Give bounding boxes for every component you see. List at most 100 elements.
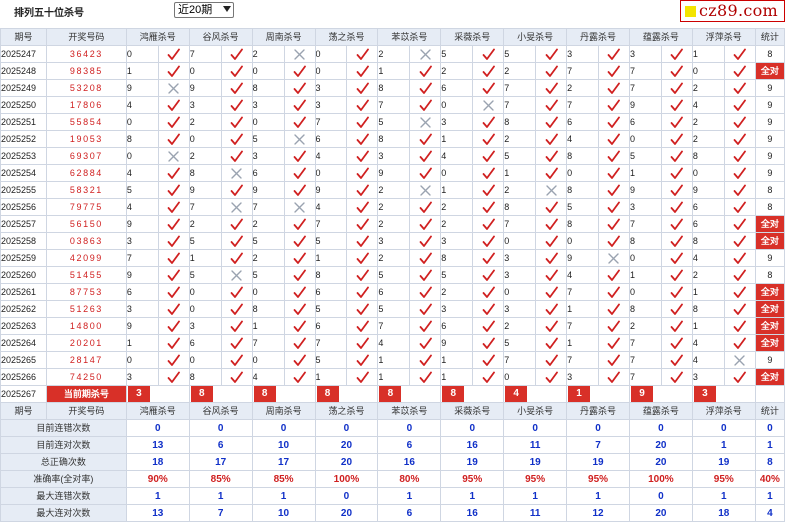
check-icon — [482, 116, 495, 128]
summary-value: 20 — [314, 453, 379, 471]
cross-icon — [168, 82, 179, 94]
pick-value-cell: 8 — [251, 79, 285, 97]
check-icon — [733, 201, 747, 213]
check-icon — [545, 286, 558, 298]
pick-result-cell — [598, 113, 630, 131]
pick-result-cell — [472, 283, 505, 301]
pick-result-cell — [660, 300, 693, 318]
check-icon — [293, 235, 306, 247]
pick-result-cell — [220, 266, 253, 284]
pick-value-cell: 0 — [628, 283, 662, 301]
draw-number-cell: 51455 — [45, 266, 127, 284]
summary-label: 目前连对次数 — [0, 436, 127, 454]
check-icon — [293, 167, 306, 179]
check-icon — [733, 65, 747, 77]
summary-value: 0 — [314, 419, 379, 437]
summary-value: 1 — [503, 487, 568, 505]
summary-value: 1 — [566, 487, 630, 505]
pick-result-cell — [409, 249, 442, 267]
table-row: 2025265 28147 0 0 0 5 1 1 7 7 7 4 9 — [0, 351, 785, 369]
cross-icon — [734, 354, 745, 366]
pick-value-cell: 2 — [251, 45, 285, 63]
check-icon — [419, 150, 432, 162]
pick-value-cell: 2 — [503, 317, 537, 335]
logo-square-icon — [685, 6, 696, 17]
all-correct-badge: 全对 — [754, 232, 785, 250]
cross-icon — [231, 167, 242, 179]
check-icon — [670, 371, 684, 383]
pick-value-cell: 3 — [503, 249, 537, 267]
pick-value-cell: 1 — [691, 45, 725, 63]
check-icon — [670, 269, 684, 281]
pick-result-cell — [409, 113, 442, 131]
pick-result-cell — [598, 147, 630, 165]
summary-value: 17 — [251, 453, 316, 471]
pick-result-cell — [157, 249, 190, 267]
chevron-down-icon — [223, 6, 231, 12]
all-correct-badge: 全对 — [754, 283, 785, 301]
pick-value-cell: 2 — [628, 317, 662, 335]
pick-result-cell — [598, 351, 630, 369]
cross-icon — [294, 201, 305, 213]
summary-value: 1 — [377, 487, 442, 505]
period-cell: 2025252 — [0, 130, 47, 148]
pick-result-cell — [346, 300, 379, 318]
summary-label: 准确率(全对率) — [0, 470, 127, 488]
pick-value-cell: 8 — [251, 300, 285, 318]
check-icon — [293, 116, 306, 128]
pick-result-cell — [220, 368, 253, 386]
pick-result-cell — [660, 266, 693, 284]
pick-value-cell: 1 — [188, 249, 222, 267]
table-row: 2025256 79775 4 7 7 4 2 2 8 5 3 6 8 — [0, 198, 785, 216]
stat-cell: 8 — [754, 266, 785, 284]
check-icon — [608, 371, 621, 383]
pick-value-cell: 2 — [188, 113, 222, 131]
check-icon — [230, 99, 244, 111]
summary-value: 1 — [691, 436, 756, 454]
period-range-select[interactable]: 近20期 — [174, 2, 234, 18]
summary-value: 12 — [566, 504, 630, 522]
current-pick-badge: 8 — [316, 386, 339, 402]
pick-result-cell — [346, 96, 379, 114]
check-icon — [419, 201, 432, 213]
check-icon — [356, 116, 369, 128]
pick-value-cell: 0 — [125, 351, 159, 369]
pick-value-cell: 7 — [377, 317, 411, 335]
pick-result-cell — [409, 215, 442, 233]
check-icon — [545, 252, 558, 264]
pick-result-cell — [660, 368, 693, 386]
check-icon — [356, 150, 369, 162]
pick-result-cell — [346, 62, 379, 80]
pick-result-cell — [472, 96, 505, 114]
check-icon — [733, 303, 747, 315]
pick-value-cell: 2 — [377, 198, 411, 216]
period-cell: 2025250 — [0, 96, 47, 114]
pick-value-cell: 0 — [251, 283, 285, 301]
pick-result-cell — [409, 283, 442, 301]
pick-value-cell: 1 — [440, 368, 474, 386]
pick-value-cell: 5 — [377, 113, 411, 131]
check-icon — [230, 133, 244, 145]
pick-result-cell — [598, 164, 630, 182]
pick-value-cell: 9 — [251, 181, 285, 199]
check-icon — [293, 218, 306, 230]
pick-value-cell: 0 — [628, 249, 662, 267]
check-icon — [167, 269, 181, 281]
pick-result-cell — [472, 300, 505, 318]
check-icon — [419, 320, 432, 332]
pick-result-cell — [409, 45, 442, 63]
pick-result-cell — [535, 198, 568, 216]
pick-value-cell: 7 — [503, 215, 537, 233]
pick-result-cell — [535, 45, 568, 63]
column-header: 鸿雁杀号 — [125, 28, 190, 46]
pick-value-cell: 4 — [566, 266, 600, 284]
pick-value-cell: 7 — [628, 79, 662, 97]
pick-value-cell: 3 — [628, 45, 662, 63]
pick-value-cell: 0 — [314, 62, 348, 80]
table-row: 2025258 03863 3 5 5 5 3 3 0 0 8 8 全对 — [0, 232, 785, 250]
site-logo[interactable]: cz89.com — [680, 0, 785, 22]
pick-value-cell: 4 — [440, 147, 474, 165]
summary-value: 0 — [440, 419, 505, 437]
pick-result-cell — [409, 62, 442, 80]
cross-icon — [294, 48, 305, 60]
